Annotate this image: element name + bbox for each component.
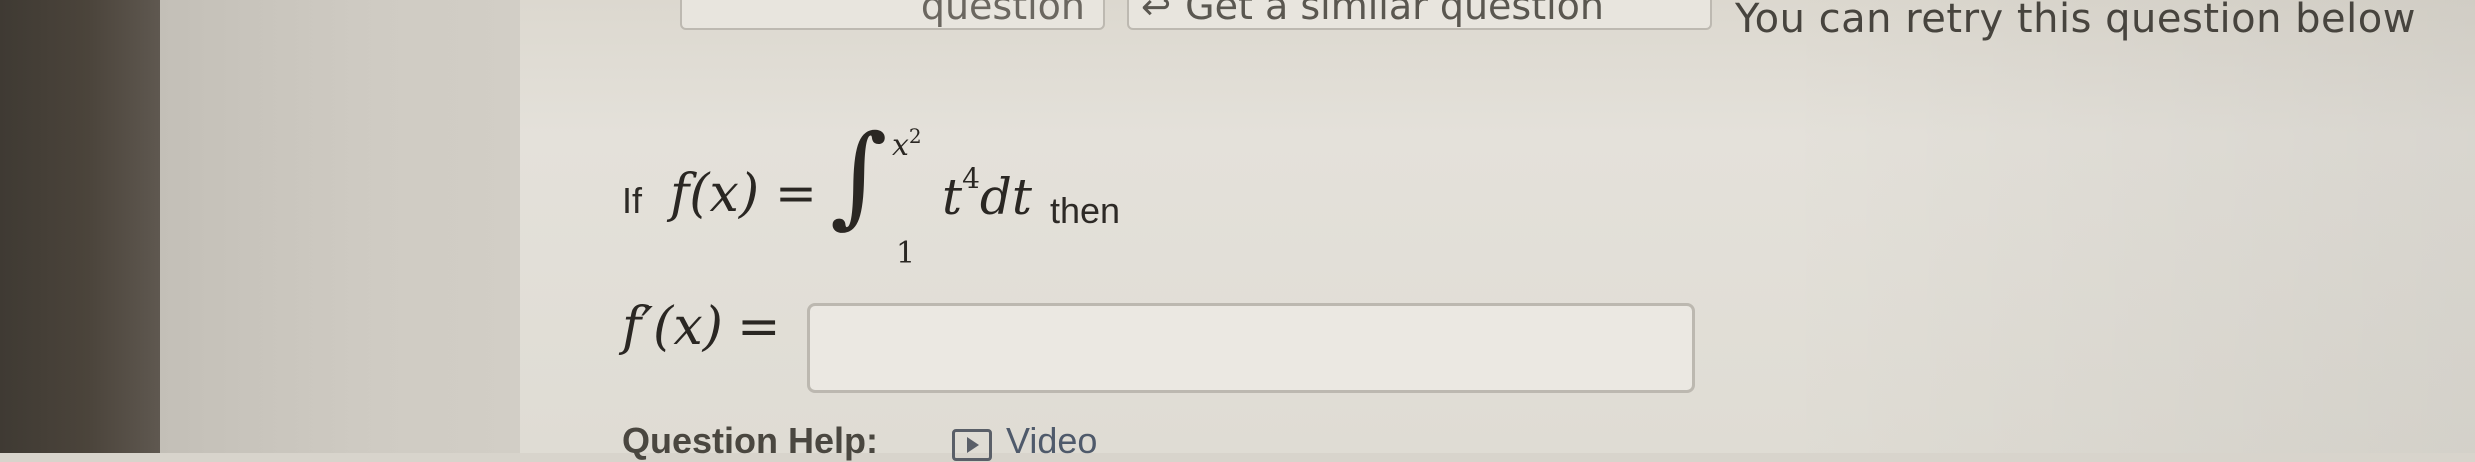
upper-limit: x2 [892, 124, 922, 163]
video-help-link[interactable]: Video [952, 420, 1097, 462]
return-arrow-icon: ↩ [1141, 0, 1172, 28]
lower-limit: 1 [896, 236, 916, 271]
integral-sign: ∫ [830, 111, 888, 239]
answer-input[interactable] [807, 303, 1695, 393]
integrand-base: t [942, 168, 963, 226]
question-conclusion: then [1050, 190, 1121, 231]
upper-limit-base: x [892, 128, 909, 163]
function-lhs: f(x) [670, 164, 760, 224]
question-help-label: Question Help: [622, 420, 879, 461]
similar-question-label: Get a similar question [1185, 0, 1604, 28]
integrand-exponent: 4 [962, 162, 980, 195]
video-play-icon [952, 429, 992, 461]
integrand: t4dt [942, 162, 1033, 226]
equals-sign: = [775, 164, 817, 222]
monitor-bezel [0, 0, 160, 453]
retry-note: You can retry this question below [1735, 0, 2416, 42]
video-help-label: Video [1006, 420, 1098, 461]
screen-shade [1775, 0, 2475, 453]
upper-limit-exponent: 2 [908, 124, 922, 148]
page-left-margin [160, 0, 520, 453]
answer-label: f′(x) = [622, 297, 781, 357]
similar-question-button[interactable]: ↩ Get a similar question [1127, 0, 1712, 30]
try-another-question-label: question [920, 0, 1085, 28]
answer-equals: = [736, 297, 781, 357]
differential: dt [979, 168, 1033, 226]
answer-lhs: f′(x) [622, 297, 723, 357]
question-intro: If [622, 180, 643, 221]
try-another-question-button[interactable]: question [680, 0, 1105, 30]
